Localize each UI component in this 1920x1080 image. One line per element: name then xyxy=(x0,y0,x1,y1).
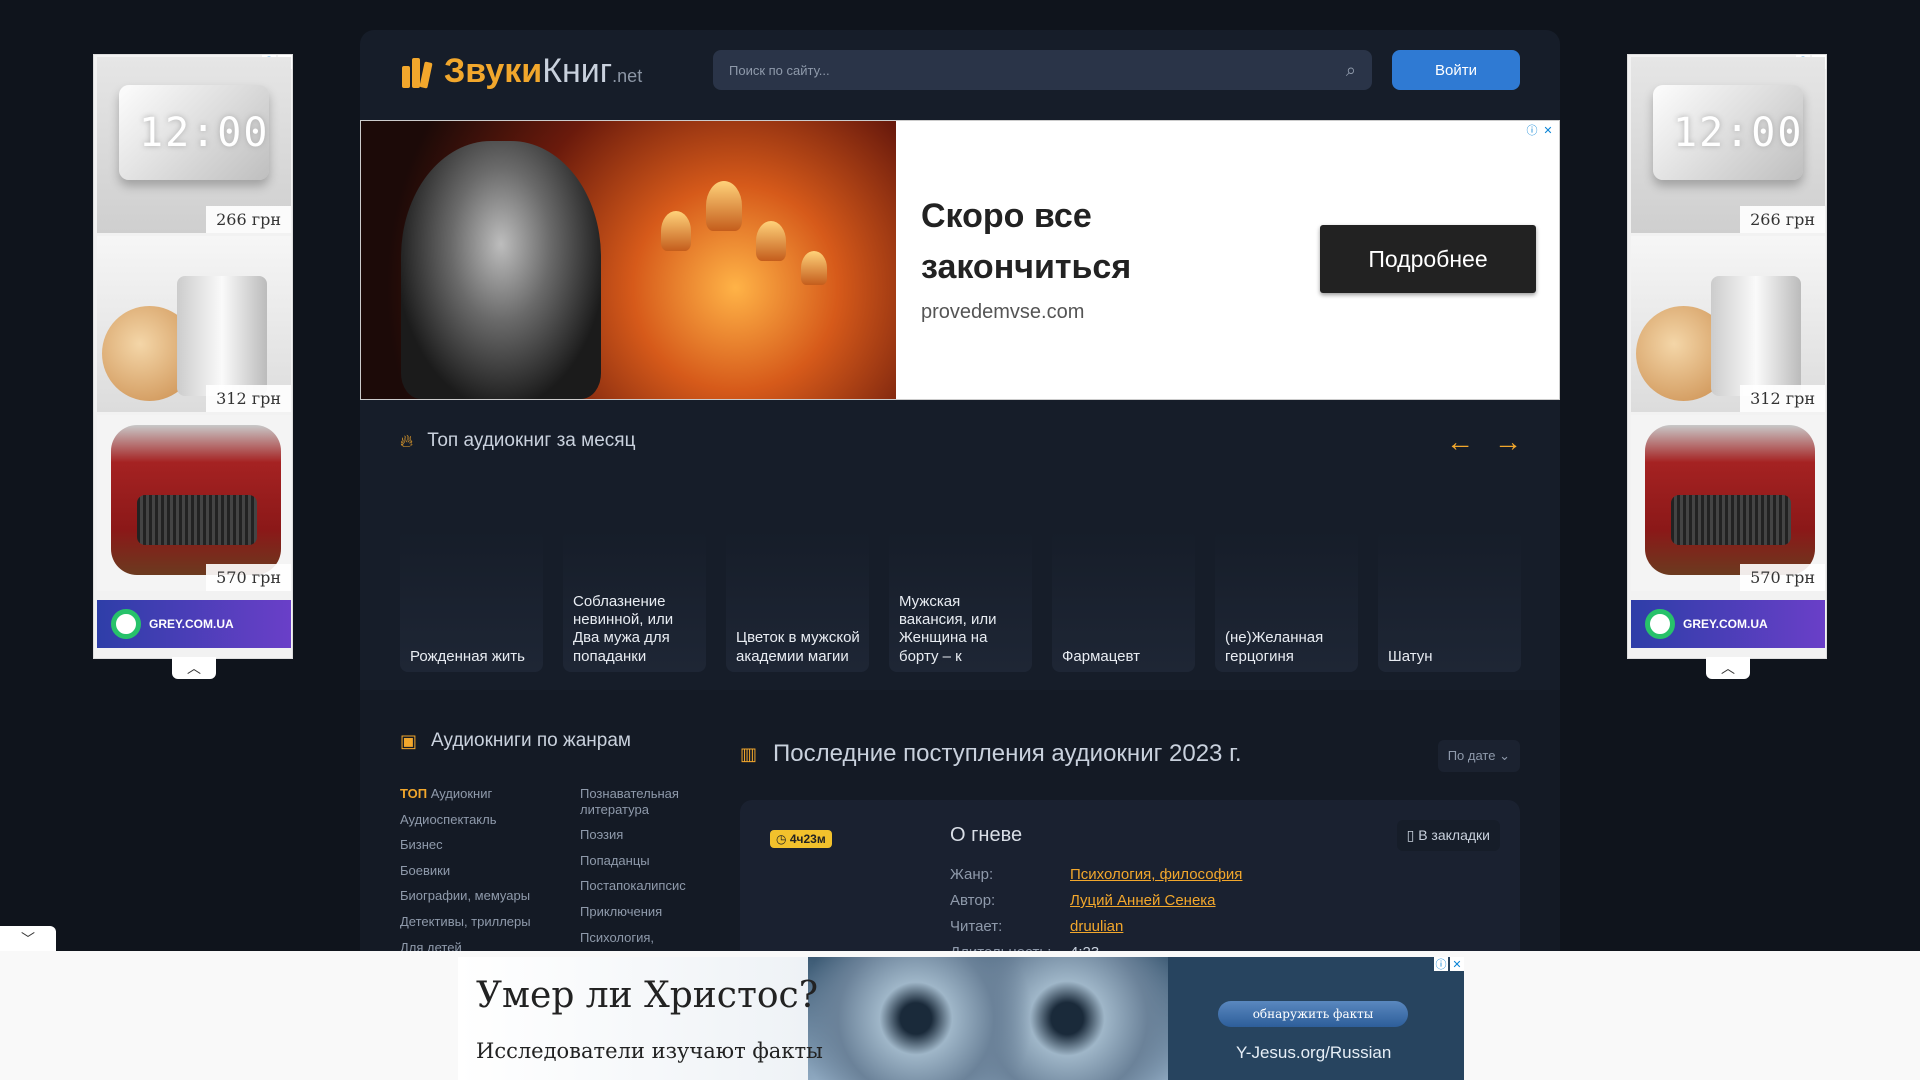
genre-link[interactable]: Попаданцы xyxy=(580,853,730,869)
book-card[interactable]: Рожденная жить xyxy=(400,530,543,672)
info-icon[interactable]: ⓘ xyxy=(1434,957,1448,971)
meta-row: Читает: druulian xyxy=(950,918,1124,935)
book-title[interactable]: О гневе xyxy=(950,824,1022,847)
section-title: ▥ Последние поступления аудиокниг 2023 г… xyxy=(740,740,1242,767)
search-input[interactable] xyxy=(729,62,1346,78)
main-column: Звуки Книг .net ⌕ Войти Скоро все законч… xyxy=(360,30,1560,1030)
arrow-left-icon[interactable]: ← xyxy=(1446,426,1474,458)
search-icon[interactable]: ⌕ xyxy=(1346,60,1356,81)
ad-brand-banner[interactable]: GREY.COM.UA xyxy=(97,600,291,648)
meta-row: Жанр: Психология, философия xyxy=(950,866,1243,883)
close-icon[interactable]: ✕ xyxy=(1541,123,1555,137)
chevron-up-icon: ︿ xyxy=(1721,660,1735,676)
close-icon[interactable]: ✕ xyxy=(1450,957,1464,971)
book-icon: ▣ xyxy=(400,730,418,751)
bottom-ad[interactable]: Умер ли Христос? Исследователи изучают ф… xyxy=(458,957,1464,1080)
book-card[interactable]: Соблазнение невинной, или Два мужа для п… xyxy=(563,530,706,672)
product-price: 266 грн xyxy=(1740,206,1825,233)
brand-logo-icon xyxy=(1645,609,1675,639)
book-meta: Жанр: Психология, философия Автор: Луций А… xyxy=(950,866,1242,961)
book-card[interactable]: Мужская вакансия, или Женщина на борту –… xyxy=(889,530,1032,672)
genre-link[interactable]: Аудиоспектакль xyxy=(400,812,550,828)
bookmark-button[interactable]: ▯ В закладки xyxy=(1396,820,1500,851)
ad-product-radio[interactable]: 570 грн xyxy=(1631,415,1825,591)
product-price: 570 грн xyxy=(206,564,291,591)
chevron-down-icon: ﹀ xyxy=(21,931,35,947)
genre-link[interactable]: Психология, xyxy=(580,930,730,946)
ad-product-dumpling-maker[interactable]: 312 грн xyxy=(97,236,291,412)
sort-dropdown[interactable]: По дате ⌄ xyxy=(1437,740,1520,772)
collapse-bottom-ad-button[interactable]: ﹀ xyxy=(0,926,56,952)
genre-link[interactable]: Биографии, мемуары xyxy=(400,888,550,904)
ad-brand-banner[interactable]: GREY.COM.UA xyxy=(1631,600,1825,648)
chevron-up-icon: ︿ xyxy=(187,660,201,676)
ad-product-radio[interactable]: 570 грн xyxy=(97,415,291,591)
ad-product-clock[interactable]: 12:00 266 грн xyxy=(1631,57,1825,233)
genre-link-top[interactable]: ТОП Аудиокниг xyxy=(400,786,550,802)
right-side-ad[interactable]: ⓘ✕ 12:00 266 грн 312 грн 570 грн GREY.CO… xyxy=(1627,54,1827,679)
bookshelf-logo-icon xyxy=(400,54,438,89)
left-side-ad[interactable]: ⓘ✕ 12:00 266 грн 312 грн 570 грн GREY.CO… xyxy=(93,54,293,679)
product-price: 312 грн xyxy=(1740,385,1825,412)
ad-product-clock[interactable]: 12:00 266 грн xyxy=(97,57,291,233)
fire-icon: 🔥︎ xyxy=(400,430,414,451)
carousel-arrows: ← → xyxy=(1446,426,1522,458)
library-icon: ▥ xyxy=(740,743,758,764)
ad-site: Y-Jesus.org/Russian xyxy=(1236,1043,1392,1062)
duration-badge: ◷ 4ч23м xyxy=(770,830,832,848)
site-logo[interactable]: Звуки Книг .net xyxy=(400,48,642,91)
login-button[interactable]: Войти xyxy=(1392,50,1520,90)
bookmark-icon: ▯ xyxy=(1406,827,1415,843)
ad-controls: ⓘ✕ xyxy=(1434,957,1464,971)
ad-headline: Умер ли Христос? xyxy=(476,975,818,1016)
genre-link[interactable]: Боевики xyxy=(400,863,550,879)
product-price: 312 грн xyxy=(206,385,291,412)
book-carousel: Рожденная жить Соблазнение невинной, или… xyxy=(400,530,1521,672)
genre-link[interactable]: Детективы, триллеры xyxy=(400,914,550,930)
ad-banner-photo xyxy=(361,121,896,399)
search-bar: ⌕ xyxy=(713,50,1372,90)
clock-icon: ◷ xyxy=(776,832,787,846)
ad-product-dumpling-maker[interactable]: 312 грн xyxy=(1631,236,1825,412)
genre-link[interactable]: Приключения xyxy=(580,904,730,920)
ad-site: provedemvse.com xyxy=(921,301,1085,323)
brand-logo-icon xyxy=(111,609,141,639)
genre-column: Познавательная литература Поэзия Попадан… xyxy=(580,786,730,955)
bottom-ad-strip: Умер ли Христос? Исследователи изучают ф… xyxy=(0,951,1920,1080)
book-card[interactable]: Цветок в мужской академии магии xyxy=(726,530,869,672)
ad-subline: Исследователи изучают факты xyxy=(476,1039,823,1063)
top-month-section: 🔥︎ Топ аудиокниг за месяц ← → Рожденная … xyxy=(360,400,1560,690)
chevron-down-icon: ⌄ xyxy=(1499,748,1510,763)
product-price: 266 грн xyxy=(206,206,291,233)
arrow-right-icon[interactable]: → xyxy=(1494,426,1522,458)
info-icon[interactable]: ⓘ xyxy=(1525,123,1539,137)
genre-link[interactable]: Поэзия xyxy=(580,827,730,843)
product-price: 570 грн xyxy=(1740,564,1825,591)
meta-row: Автор: Луций Анней Сенека xyxy=(950,892,1216,909)
book-card[interactable]: Шатун xyxy=(1378,530,1521,672)
collapse-ad-button[interactable]: ︿ xyxy=(172,657,216,679)
ad-banner[interactable]: Скоро все закончиться provedemvse.com По… xyxy=(360,120,1560,400)
book-card[interactable]: (не)Желанная герцогиня xyxy=(1215,530,1358,672)
genre-columns: ТОП Аудиокниг Аудиоспектакль Бизнес Боев… xyxy=(400,786,730,955)
genre-column: ТОП Аудиокниг Аудиоспектакль Бизнес Боев… xyxy=(400,786,550,955)
section-title: 🔥︎ Топ аудиокниг за месяц xyxy=(400,430,636,451)
ad-headline: Скоро все закончиться xyxy=(921,197,1132,286)
ad-more-button[interactable]: Подробнее xyxy=(1320,225,1536,293)
ad-eyes-image xyxy=(808,957,1168,1080)
book-card[interactable]: Фармацевт xyxy=(1052,530,1195,672)
genre-link[interactable]: Бизнес xyxy=(400,837,550,853)
ad-controls: ⓘ✕ xyxy=(1525,123,1555,137)
section-title: ▣ Аудиокниги по жанрам xyxy=(400,730,631,751)
site-header: Звуки Книг .net ⌕ Войти xyxy=(360,30,1560,120)
ad-facts-button[interactable]: обнаружить факты xyxy=(1218,1001,1408,1027)
collapse-ad-button[interactable]: ︿ xyxy=(1706,657,1750,679)
genre-link[interactable]: Постапокалипсис xyxy=(580,878,730,894)
genre-link[interactable]: Познавательная литература xyxy=(580,786,730,817)
